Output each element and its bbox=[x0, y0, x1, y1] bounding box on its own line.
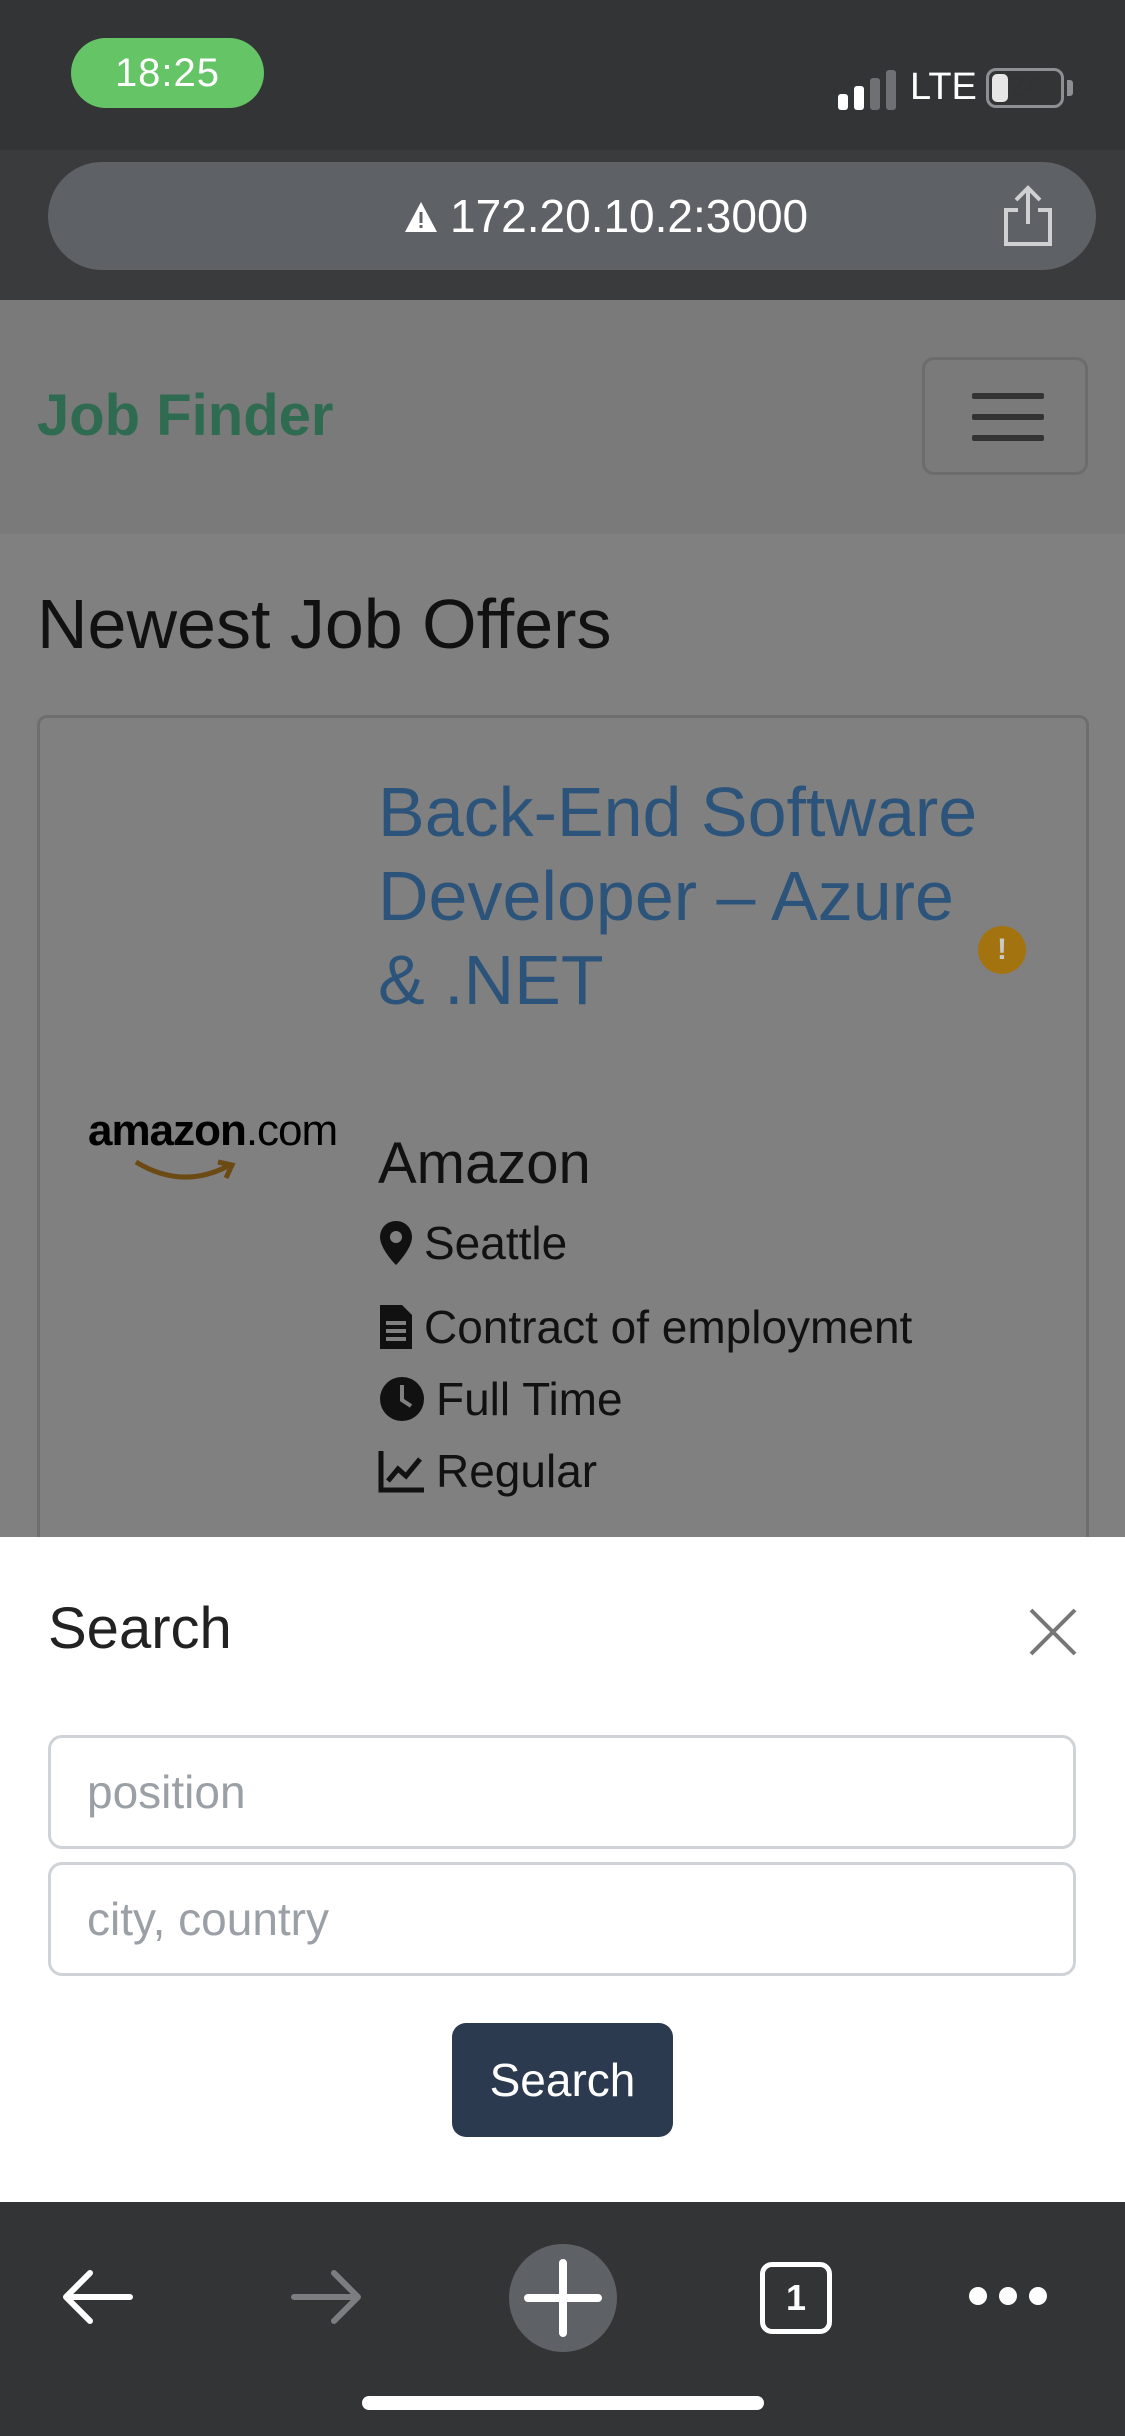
job-schedule: Full Time bbox=[436, 1373, 623, 1425]
amazon-smile-icon bbox=[134, 1159, 236, 1180]
company-logo: amazon.com bbox=[88, 1106, 338, 1156]
company-name: Amazon bbox=[378, 1131, 591, 1196]
tabs-icon[interactable]: 1 bbox=[760, 2262, 832, 2334]
alert-badge: ! bbox=[978, 926, 1026, 974]
share-icon[interactable] bbox=[1000, 184, 1056, 248]
schedule-row: Full Time bbox=[378, 1372, 623, 1426]
logo-text: amazon bbox=[88, 1106, 247, 1155]
logo-suffix: .com bbox=[245, 1106, 338, 1155]
warning-icon bbox=[405, 202, 437, 232]
map-pin-icon bbox=[380, 1221, 412, 1265]
location-row: Seattle bbox=[378, 1216, 567, 1270]
job-location: Seattle bbox=[424, 1217, 568, 1269]
url-text[interactable]: 172.20.10.2:3000 bbox=[450, 162, 808, 270]
home-indicator[interactable] bbox=[362, 2396, 764, 2410]
navbar: Job Finder bbox=[0, 300, 1125, 534]
more-options-icon[interactable] bbox=[966, 2282, 1050, 2310]
network-type: LTE bbox=[910, 66, 977, 108]
clock-icon bbox=[380, 1377, 424, 1421]
level-row: Regular bbox=[378, 1444, 597, 1498]
hamburger-icon[interactable] bbox=[922, 357, 1088, 475]
cellular-signal-icon bbox=[838, 70, 896, 110]
battery-tip bbox=[1067, 80, 1073, 96]
new-tab-icon[interactable] bbox=[508, 2243, 618, 2353]
address-bar[interactable]: 172.20.10.2:3000 bbox=[48, 162, 1096, 270]
status-bar: 18:25 LTE 24 bbox=[0, 0, 1125, 150]
job-offer-card[interactable]: amazon.com Back-End Software Developer –… bbox=[37, 715, 1089, 1537]
status-time[interactable]: 18:25 bbox=[71, 38, 264, 108]
battery-percentage: 24 bbox=[1008, 71, 1042, 104]
position-input[interactable] bbox=[48, 1735, 1076, 1849]
forward-arrow-icon[interactable] bbox=[290, 2267, 364, 2327]
modal-title: Search bbox=[48, 1596, 232, 1661]
job-level: Regular bbox=[436, 1445, 598, 1497]
location-input[interactable] bbox=[48, 1862, 1076, 1976]
chart-line-icon bbox=[378, 1451, 424, 1493]
document-icon bbox=[380, 1305, 412, 1349]
page-title: Newest Job Offers bbox=[37, 585, 612, 663]
page-content: Job Finder Newest Job Offers amazon.com … bbox=[0, 300, 1125, 1537]
search-button[interactable]: Search bbox=[452, 2023, 673, 2137]
brand-logo[interactable]: Job Finder bbox=[37, 382, 333, 449]
search-modal: Search Search bbox=[0, 1537, 1125, 2202]
tab-count: 1 bbox=[785, 2277, 807, 2318]
job-title-link[interactable]: Back-End Software Developer – Azure & .N… bbox=[378, 770, 978, 1022]
back-arrow-icon[interactable] bbox=[60, 2267, 134, 2327]
battery-icon: 24 bbox=[986, 68, 1064, 108]
job-contract: Contract of employment bbox=[424, 1301, 913, 1353]
contract-row: Contract of employment bbox=[378, 1300, 912, 1354]
close-icon[interactable] bbox=[1028, 1607, 1078, 1657]
